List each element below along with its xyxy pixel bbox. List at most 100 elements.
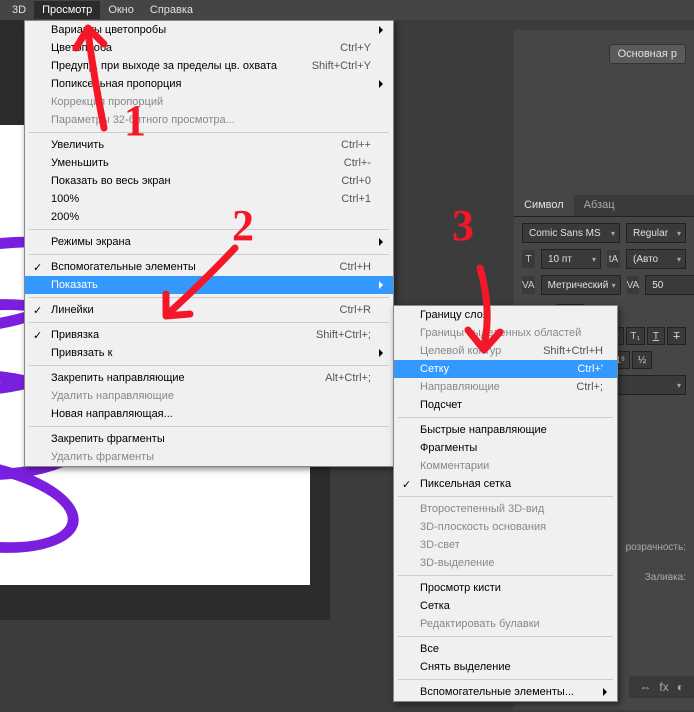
view-menu-item-27[interactable]: Закрепить фрагменты <box>25 430 393 448</box>
menu-item-label: 3D-выделение <box>420 557 495 569</box>
leading-select[interactable]: (Авто <box>626 249 686 269</box>
tab-character[interactable]: Символ <box>514 195 574 216</box>
menu-item-shortcut: Ctrl+0 <box>341 175 371 187</box>
font-style-select[interactable]: Regular <box>626 223 686 243</box>
menu-item-shortcut: Ctrl++ <box>341 139 371 151</box>
menu-item-shortcut: Ctrl+Y <box>340 42 371 54</box>
view-menu-item-8[interactable]: УменьшитьCtrl+- <box>25 154 393 172</box>
view-menu-separator <box>29 229 389 230</box>
view-menu-item-3[interactable]: Попиксельная пропорция <box>25 75 393 93</box>
menu-3d[interactable]: 3D <box>4 1 34 19</box>
subscript-button[interactable]: T₁ <box>626 327 645 345</box>
view-menu-item-5: Параметры 32-битного просмотра... <box>25 111 393 129</box>
menu-view[interactable]: Просмотр <box>34 1 100 19</box>
show-submenu-item-1: Границы выделенных областей <box>394 324 617 342</box>
kerning-icon: VA <box>522 276 535 294</box>
view-menu-item-20[interactable]: ПривязкаShift+Ctrl+; <box>25 326 393 344</box>
show-submenu-item-21[interactable]: Все <box>394 640 617 658</box>
menu-item-label: Предупр. при выходе за пределы цв. охват… <box>51 60 277 72</box>
view-menu-item-7[interactable]: УвеличитьCtrl++ <box>25 136 393 154</box>
menu-window[interactable]: Окно <box>100 1 142 19</box>
view-menu-item-16[interactable]: Показать <box>25 276 393 294</box>
menu-item-label: Попиксельная пропорция <box>51 78 181 90</box>
half-button[interactable]: ½ <box>632 351 652 369</box>
opacity-label: розрачность: <box>626 542 686 553</box>
tracking-icon: VA <box>627 276 640 294</box>
view-menu-separator <box>29 297 389 298</box>
menu-item-label: Редактировать булавки <box>420 618 540 630</box>
view-menu-item-23[interactable]: Закрепить направляющиеAlt+Ctrl+; <box>25 369 393 387</box>
menu-item-label: Новая направляющая... <box>51 408 173 420</box>
menu-item-label: Показать во весь экран <box>51 175 171 187</box>
menu-item-label: Фрагменты <box>420 442 477 454</box>
menu-item-shortcut: Ctrl+H <box>340 261 371 273</box>
underline-button[interactable]: T <box>647 327 666 345</box>
menu-item-label: Сетка <box>420 600 450 612</box>
show-submenu: Границу слояГраницы выделенных областейЦ… <box>393 305 618 702</box>
view-menu-item-25[interactable]: Новая направляющая... <box>25 405 393 423</box>
view-menu-separator <box>29 365 389 366</box>
show-submenu-separator <box>398 636 613 637</box>
fx-icon[interactable]: fx <box>659 680 668 694</box>
leading-icon: tA <box>607 250 620 268</box>
show-submenu-item-5[interactable]: Подсчет <box>394 396 617 414</box>
show-submenu-item-0[interactable]: Границу слоя <box>394 306 617 324</box>
menu-item-label: Привязка <box>51 329 99 341</box>
show-submenu-item-8[interactable]: Фрагменты <box>394 439 617 457</box>
view-menu-item-1[interactable]: ЦветопробаCtrl+Y <box>25 39 393 57</box>
menu-item-label: Удалить фрагменты <box>51 451 154 463</box>
fill-label: Заливка: <box>645 572 686 583</box>
show-submenu-item-18[interactable]: Сетка <box>394 597 617 615</box>
menu-item-label: Режимы экрана <box>51 236 131 248</box>
layers-footer: ⇔ fx ◐ <box>629 676 694 698</box>
view-menu-item-4: Коррекция пропорций <box>25 93 393 111</box>
view-menu-item-0[interactable]: Варианты цветопробы <box>25 21 393 39</box>
show-submenu-separator <box>398 679 613 680</box>
font-size-icon: T <box>522 250 535 268</box>
menu-item-label: Удалить направляющие <box>51 390 174 402</box>
show-submenu-item-7[interactable]: Быстрые направляющие <box>394 421 617 439</box>
show-submenu-item-12: Второстепенный 3D-вид <box>394 500 617 518</box>
show-submenu-separator <box>398 575 613 576</box>
view-menu-item-21[interactable]: Привязать к <box>25 344 393 362</box>
show-submenu-item-3[interactable]: СеткуCtrl+' <box>394 360 617 378</box>
font-size-select[interactable]: 10 пт <box>541 249 601 269</box>
view-menu-item-2[interactable]: Предупр. при выходе за пределы цв. охват… <box>25 57 393 75</box>
view-menu-separator <box>29 132 389 133</box>
workspace-button[interactable]: Основная р <box>609 44 686 64</box>
menu-item-label: Просмотр кисти <box>420 582 501 594</box>
view-menu-item-13[interactable]: Режимы экрана <box>25 233 393 251</box>
show-submenu-item-10[interactable]: Пиксельная сетка <box>394 475 617 493</box>
show-submenu-item-2: Целевой контурShift+Ctrl+H <box>394 342 617 360</box>
show-submenu-separator <box>398 496 613 497</box>
view-menu-separator <box>29 322 389 323</box>
menu-item-label: Показать <box>51 279 98 291</box>
show-submenu-item-22[interactable]: Снять выделение <box>394 658 617 676</box>
view-menu-item-11[interactable]: 200% <box>25 208 393 226</box>
menu-item-label: Все <box>420 643 439 655</box>
font-family-select[interactable]: Comic Sans MS <box>522 223 620 243</box>
tab-paragraph[interactable]: Абзац <box>574 195 625 216</box>
menu-item-label: Пиксельная сетка <box>420 478 511 490</box>
annotation-3: 3 <box>452 200 474 251</box>
menu-item-shortcut: Shift+Ctrl+Y <box>312 60 371 72</box>
mask-icon[interactable]: ◐ <box>677 680 684 694</box>
menu-item-label: Быстрые направляющие <box>420 424 547 436</box>
view-menu-item-15[interactable]: Вспомогательные элементыCtrl+H <box>25 258 393 276</box>
kerning-select[interactable]: Метрический <box>541 275 621 295</box>
view-menu-item-10[interactable]: 100%Ctrl+1 <box>25 190 393 208</box>
menu-help[interactable]: Справка <box>142 1 201 19</box>
menu-item-label: Коррекция пропорций <box>51 96 163 108</box>
view-menu-item-18[interactable]: ЛинейкиCtrl+R <box>25 301 393 319</box>
show-submenu-item-24[interactable]: Вспомогательные элементы... <box>394 683 617 701</box>
strike-button[interactable]: T <box>667 327 686 345</box>
menu-item-label: 3D-свет <box>420 539 460 551</box>
view-menu-item-9[interactable]: Показать во весь экран Ctrl+0 <box>25 172 393 190</box>
tracking-select[interactable]: 50 <box>645 275 694 295</box>
show-submenu-item-4: НаправляющиеCtrl+; <box>394 378 617 396</box>
menu-item-label: Подсчет <box>420 399 462 411</box>
show-submenu-item-19: Редактировать булавки <box>394 615 617 633</box>
link-icon[interactable]: ⇔ <box>639 680 651 694</box>
menu-item-shortcut: Ctrl+R <box>340 304 371 316</box>
show-submenu-item-17[interactable]: Просмотр кисти <box>394 579 617 597</box>
